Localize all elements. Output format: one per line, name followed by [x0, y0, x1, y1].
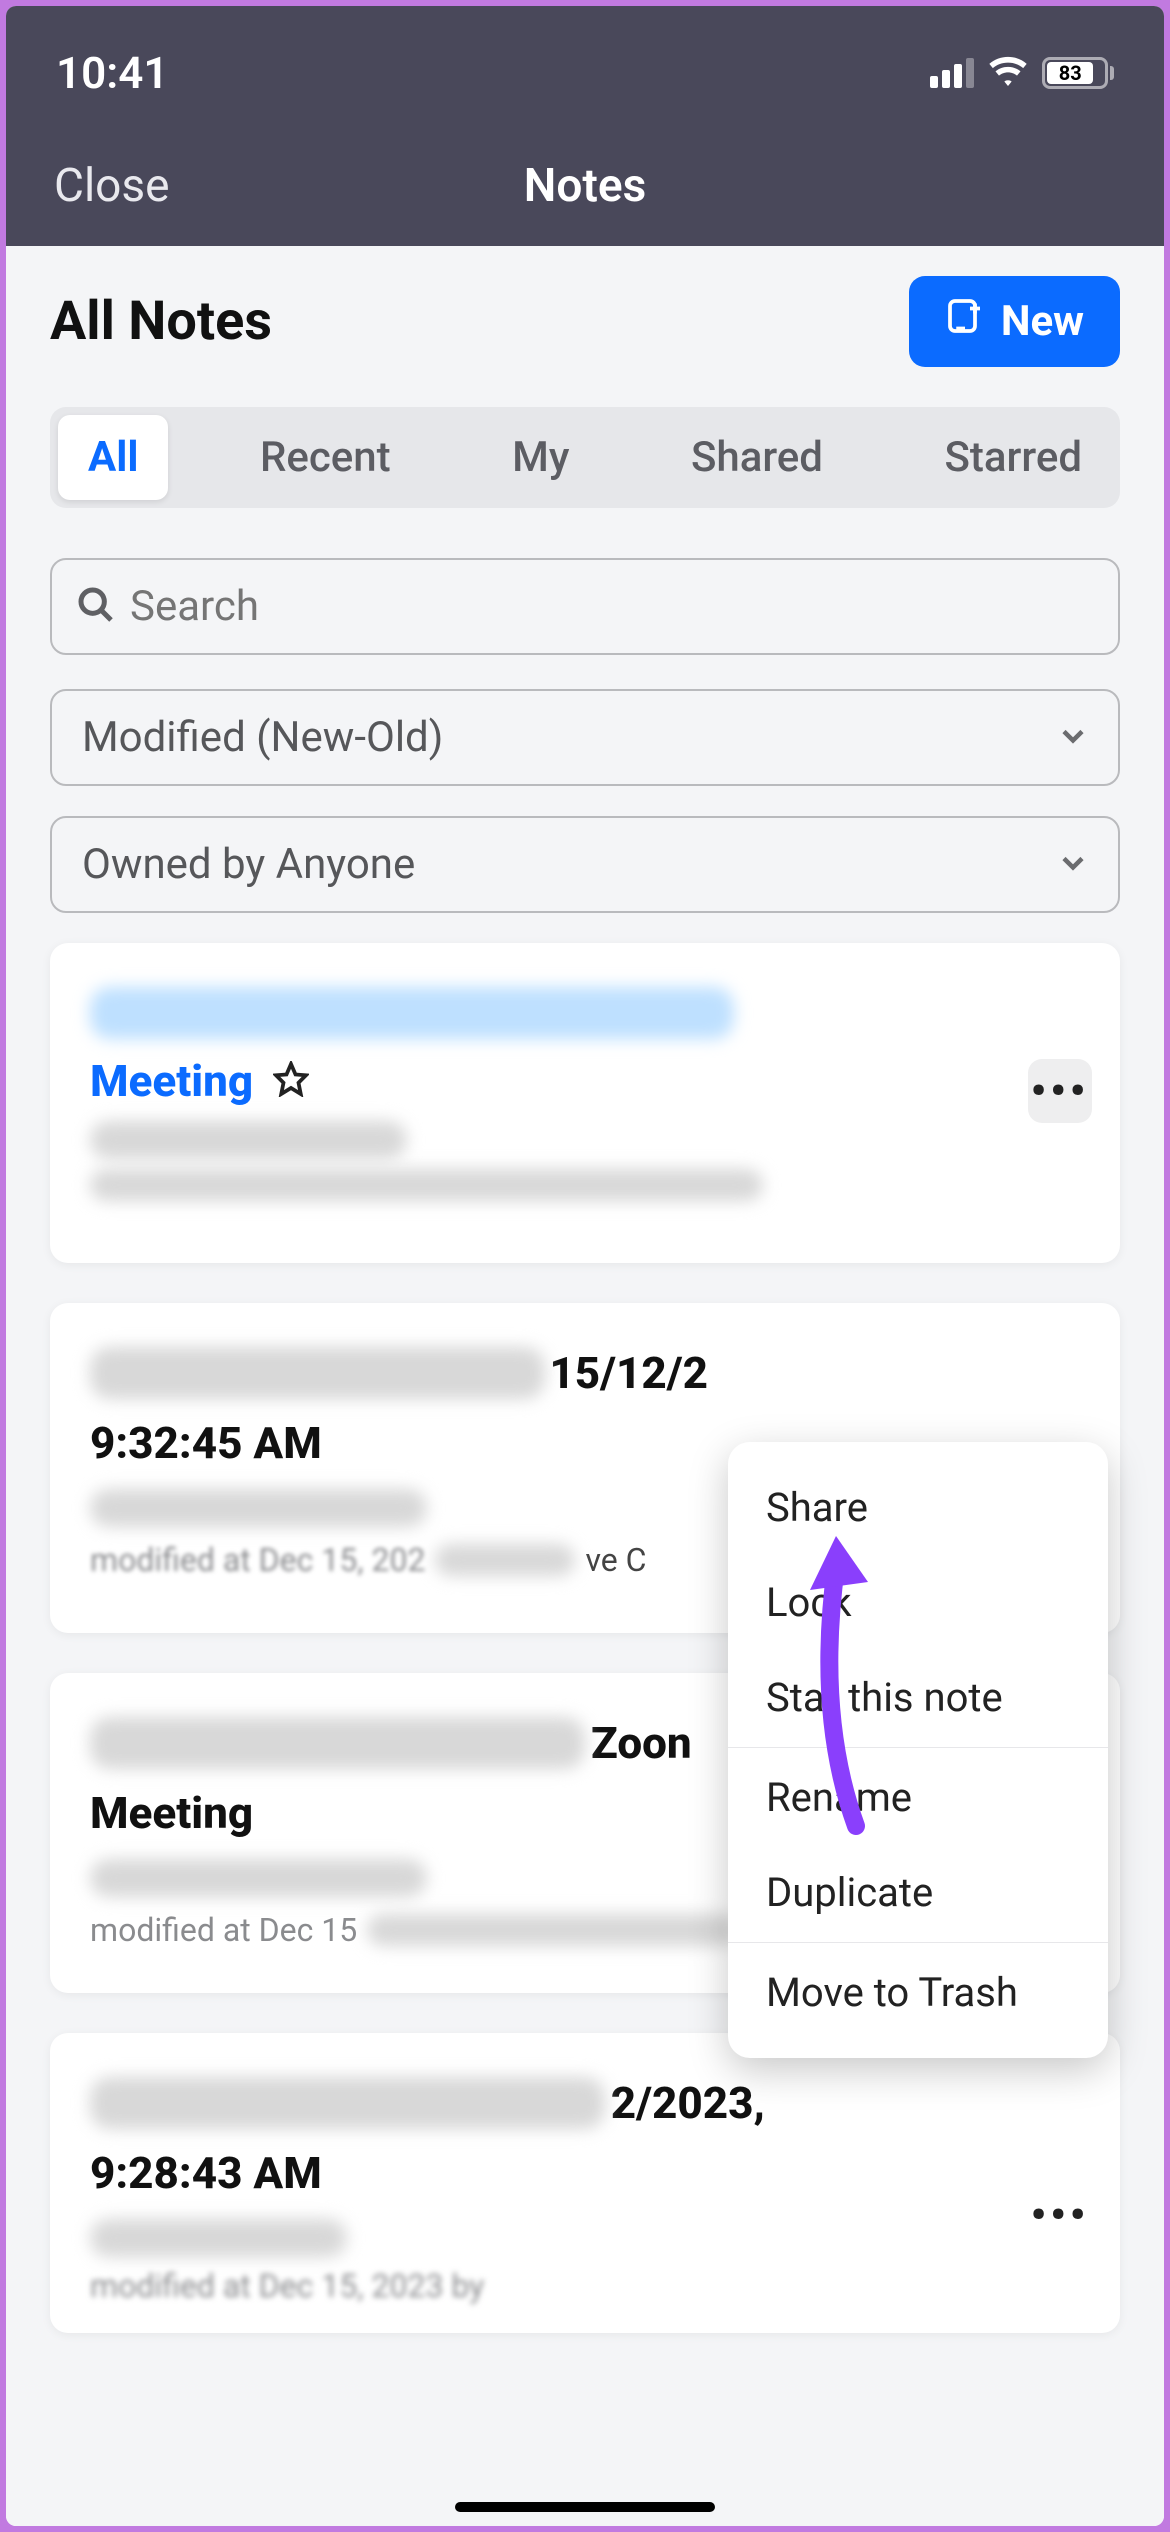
nav-bar: Close Notes: [6, 126, 1164, 246]
sort-selector[interactable]: Modified (New-Old): [50, 689, 1120, 786]
home-indicator[interactable]: [455, 2502, 715, 2512]
tab-all[interactable]: All: [58, 415, 168, 500]
note-context-menu: Share Lock Star this note Rename Duplica…: [728, 1442, 1108, 2058]
search-input[interactable]: [130, 582, 1094, 631]
note-title: Meeting: [90, 1055, 253, 1107]
menu-star-note[interactable]: Star this note: [728, 1650, 1108, 1745]
battery-indicator: 83: [1042, 57, 1114, 89]
note-card[interactable]: Meeting •••: [50, 943, 1120, 1263]
status-time: 10:41: [56, 47, 169, 99]
star-outline-icon[interactable]: [273, 1061, 309, 1101]
new-note-icon: [945, 296, 985, 347]
owner-selector[interactable]: Owned by Anyone: [50, 816, 1120, 913]
note-meta: modified at Dec 15, 2023 by: [90, 2267, 1080, 2305]
tab-recent[interactable]: Recent: [230, 415, 421, 500]
tab-my[interactable]: My: [482, 415, 599, 500]
note-card[interactable]: 2/2023, 9:28:43 AM modified at Dec 15, 2…: [50, 2033, 1120, 2333]
more-dots-icon: •••: [1031, 2205, 1090, 2226]
tab-starred[interactable]: Starred: [914, 415, 1112, 500]
wifi-icon: [988, 56, 1028, 90]
menu-move-trash[interactable]: Move to Trash: [728, 1945, 1108, 2040]
note-more-button[interactable]: •••: [1028, 1059, 1092, 1123]
search-icon: [76, 585, 116, 629]
note-title-fragment: Zoon: [591, 1717, 692, 1769]
page-title: All Notes: [50, 290, 272, 353]
note-subtitle: 9:28:43 AM: [90, 2147, 1080, 2199]
chevron-down-icon: [1058, 713, 1088, 762]
note-meta: modified at Dec 15, 202: [90, 1541, 425, 1579]
annotation-arrow-icon: [796, 1536, 916, 1840]
more-dots-icon: •••: [1031, 1081, 1090, 1102]
owner-selector-label: Owned by Anyone: [82, 840, 415, 889]
cellular-signal-icon: [930, 58, 974, 88]
filter-tabs: All Recent My Shared Starred: [50, 407, 1120, 508]
sort-selector-label: Modified (New-Old): [82, 713, 443, 762]
note-more-button[interactable]: •••: [1028, 2183, 1092, 2247]
menu-lock[interactable]: Lock: [728, 1555, 1108, 1650]
search-field[interactable]: [50, 558, 1120, 655]
nav-title: Notes: [524, 159, 646, 213]
new-note-label: New: [1001, 297, 1084, 346]
note-meta-fragment: ve C: [585, 1541, 646, 1579]
chevron-down-icon: [1058, 840, 1088, 889]
status-bar: 10:41 83: [6, 6, 1164, 126]
tab-shared[interactable]: Shared: [661, 415, 853, 500]
note-title-fragment: 2/2023,: [611, 2077, 765, 2129]
menu-share[interactable]: Share: [728, 1460, 1108, 1555]
new-note-button[interactable]: New: [909, 276, 1120, 367]
note-title-fragment: 15/12/2: [549, 1347, 708, 1399]
menu-rename[interactable]: Rename: [728, 1750, 1108, 1845]
note-meta: modified at Dec 15: [90, 1911, 357, 1949]
close-button[interactable]: Close: [54, 159, 170, 213]
menu-duplicate[interactable]: Duplicate: [728, 1845, 1108, 1940]
